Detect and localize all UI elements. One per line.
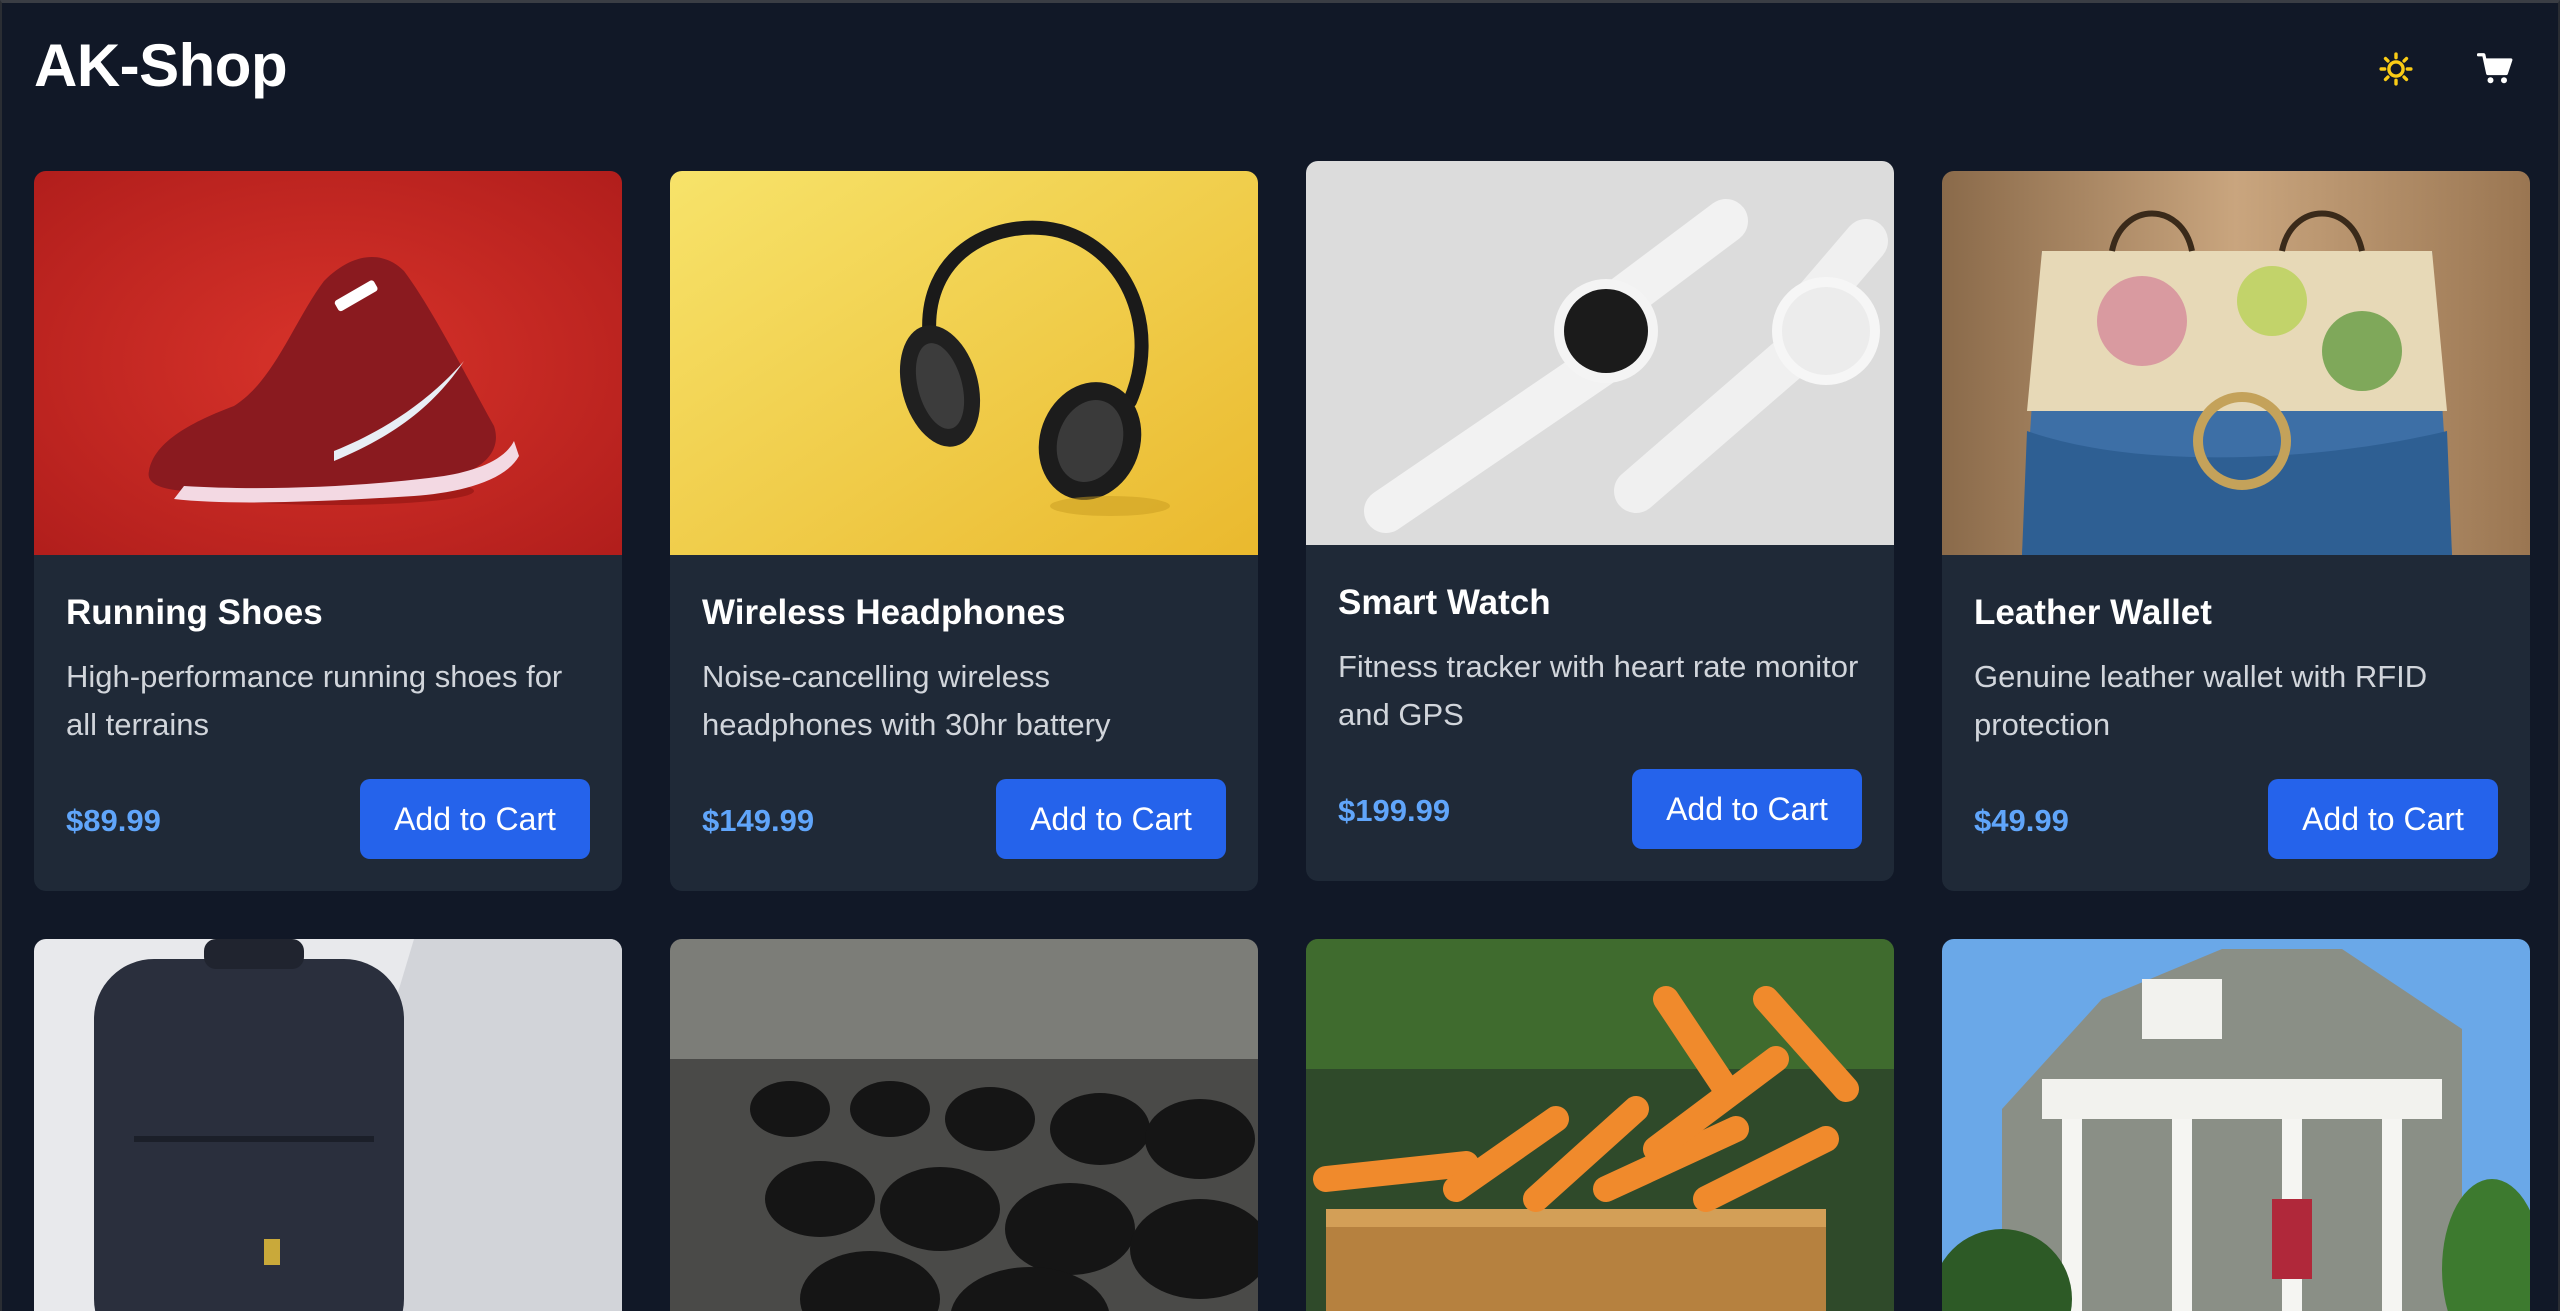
product-description: Fitness tracker with heart rate monitor … — [1338, 649, 1859, 732]
product-image-dumbbells[interactable] — [670, 939, 1258, 1311]
theme-toggle-button[interactable] — [2370, 43, 2422, 95]
product-price: $89.99 — [66, 803, 161, 838]
cart-button[interactable] — [2469, 43, 2521, 95]
product-card-carrots[interactable] — [1306, 939, 1894, 1311]
product-info: Smart Watch Fitness tracker with heart r… — [1306, 545, 1894, 881]
add-to-cart-button[interactable]: Add to Cart — [1632, 769, 1862, 849]
logo[interactable]: AK-Shop — [34, 31, 288, 100]
product-info: Leather Wallet Genuine leather wallet wi… — [1942, 555, 2530, 891]
product-card-running-shoes[interactable]: Running Shoes High-performance running s… — [34, 171, 622, 891]
add-to-cart-button[interactable]: Add to Cart — [2268, 779, 2498, 859]
product-card-smart-watch[interactable]: Smart Watch Fitness tracker with heart r… — [1306, 161, 1894, 881]
product-card-wireless-headphones[interactable]: Wireless Headphones Noise-cancelling wir… — [670, 171, 1258, 891]
product-name: Running Shoes — [66, 593, 323, 632]
product-name: Smart Watch — [1338, 583, 1551, 622]
product-image-smart-watch[interactable] — [1306, 161, 1894, 545]
product-name: Wireless Headphones — [702, 593, 1066, 632]
product-info: Running Shoes High-performance running s… — [34, 555, 622, 891]
product-image-running-shoes[interactable] — [34, 171, 622, 555]
product-card-leather-wallet[interactable]: Leather Wallet Genuine leather wallet wi… — [1942, 171, 2530, 891]
product-image-house[interactable] — [1942, 939, 2530, 1311]
product-price: $199.99 — [1338, 793, 1451, 828]
header: AK-Shop — [2, 3, 2560, 133]
shopping-cart-icon — [2477, 53, 2513, 84]
product-name: Leather Wallet — [1974, 593, 2212, 632]
add-to-cart-button[interactable]: Add to Cart — [996, 779, 1226, 859]
product-image-wireless-headphones[interactable] — [670, 171, 1258, 555]
product-image-backpack[interactable] — [34, 939, 622, 1311]
product-price: $49.99 — [1974, 803, 2069, 838]
product-description: Genuine leather wallet with RFID protect… — [1974, 659, 2428, 742]
product-image-carrots[interactable] — [1306, 939, 1894, 1311]
product-card-dumbbells[interactable] — [670, 939, 1258, 1311]
product-info: Wireless Headphones Noise-cancelling wir… — [670, 555, 1258, 891]
product-description: High-performance running shoes for all t… — [66, 659, 563, 742]
add-to-cart-button[interactable]: Add to Cart — [360, 779, 590, 859]
product-card-house[interactable] — [1942, 939, 2530, 1311]
product-image-leather-wallet[interactable] — [1942, 171, 2530, 555]
product-card-backpack[interactable] — [34, 939, 622, 1311]
product-price: $149.99 — [702, 803, 815, 838]
sun-icon — [2379, 52, 2413, 86]
product-description: Noise-cancelling wireless headphones wit… — [702, 659, 1111, 742]
